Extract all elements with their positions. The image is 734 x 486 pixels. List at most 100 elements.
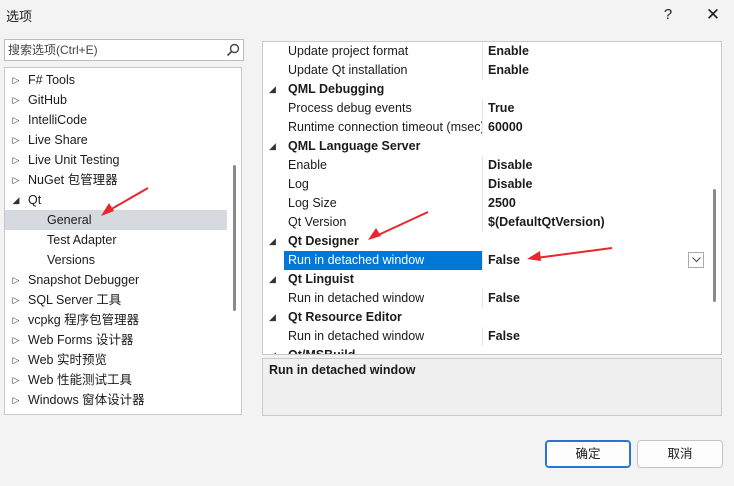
- options-search-box: [4, 39, 244, 61]
- window-title: 选项: [6, 9, 33, 24]
- tree-item-github[interactable]: ▷ GitHub: [5, 90, 227, 110]
- tree-item-live-unit-testing[interactable]: ▷ Live Unit Testing: [5, 150, 227, 170]
- expand-arrow-icon[interactable]: ▷: [10, 390, 22, 410]
- category-qt-designer[interactable]: ◢ Qt Designer: [263, 232, 709, 251]
- category-qml-language-server[interactable]: ◢ QML Language Server: [263, 137, 709, 156]
- category-qt-msbuild[interactable]: ◢ Qt/MSBuild: [263, 346, 709, 355]
- property-row-resource-editor-run-in-detached-window[interactable]: Run in detached window False: [263, 327, 709, 346]
- category-qt-resource-editor[interactable]: ◢ Qt Resource Editor: [263, 308, 709, 327]
- tree-item-label: IntelliCode: [28, 113, 88, 127]
- expand-arrow-icon[interactable]: ▷: [10, 350, 22, 370]
- expand-arrow-icon[interactable]: ▷: [10, 70, 22, 90]
- property-value[interactable]: False: [484, 251, 709, 270]
- tree-item-label: Web 性能测试工具: [28, 373, 132, 387]
- collapse-arrow-icon[interactable]: ◢: [269, 80, 276, 99]
- tree-item-qt-general[interactable]: General: [5, 210, 227, 230]
- property-row-runtime-connection-timeout[interactable]: Runtime connection timeout (msec) 60000: [263, 118, 709, 137]
- expand-arrow-icon[interactable]: ▷: [10, 270, 22, 290]
- tree-scrollbar[interactable]: [233, 165, 236, 311]
- property-value[interactable]: False: [484, 327, 709, 346]
- property-row-update-qt-installation[interactable]: Update Qt installation Enable: [263, 61, 709, 80]
- tree-item-label: Snapshot Debugger: [28, 273, 140, 287]
- property-row-linguist-run-in-detached-window[interactable]: Run in detached window False: [263, 289, 709, 308]
- property-value[interactable]: $(DefaultQtVersion): [484, 213, 709, 232]
- collapse-arrow-icon[interactable]: ◢: [269, 346, 276, 354]
- expand-arrow-icon[interactable]: ▷: [10, 90, 22, 110]
- ok-button[interactable]: 确定: [545, 440, 631, 468]
- value-dropdown-button[interactable]: [688, 252, 704, 268]
- tree-item-label: NuGet 包管理器: [28, 173, 118, 187]
- expand-arrow-icon[interactable]: ▷: [10, 170, 22, 190]
- tree-item-windows-forms-designer[interactable]: ▷ Windows 窗体设计器: [5, 390, 227, 410]
- property-row-enable[interactable]: Enable Disable: [263, 156, 709, 175]
- expand-arrow-icon[interactable]: ▷: [10, 370, 22, 390]
- expand-arrow-icon[interactable]: ▷: [10, 330, 22, 350]
- tree-item-label: Live Share: [28, 133, 88, 147]
- search-icon[interactable]: [226, 43, 240, 57]
- tree-item-web-forms-designer[interactable]: ▷ Web Forms 设计器: [5, 330, 227, 350]
- expand-arrow-icon[interactable]: ▷: [10, 310, 22, 330]
- category-label: Qt/MSBuild: [288, 348, 356, 355]
- tree-item-label: Live Unit Testing: [28, 153, 120, 167]
- collapse-arrow-icon[interactable]: ◢: [269, 232, 276, 251]
- collapse-arrow-icon[interactable]: ◢: [10, 190, 22, 210]
- property-value[interactable]: Disable: [484, 175, 709, 194]
- tree-item-qt-versions[interactable]: Versions: [5, 250, 227, 270]
- category-qml-debugging[interactable]: ◢ QML Debugging: [263, 80, 709, 99]
- property-row-update-project-format[interactable]: Update project format Enable: [263, 42, 709, 61]
- tree-item-label: Web Forms 设计器: [28, 333, 134, 347]
- property-row-log[interactable]: Log Disable: [263, 175, 709, 194]
- tree-item-label: Qt: [28, 193, 42, 207]
- category-qt-linguist[interactable]: ◢ Qt Linguist: [263, 270, 709, 289]
- tree-item-label: Web 实时预览: [28, 353, 107, 367]
- property-value[interactable]: True: [484, 99, 709, 118]
- collapse-arrow-icon[interactable]: ◢: [269, 137, 276, 156]
- tree-item-snapshot-debugger[interactable]: ▷ Snapshot Debugger: [5, 270, 227, 290]
- expand-arrow-icon[interactable]: ▷: [10, 290, 22, 310]
- property-value[interactable]: 2500: [484, 194, 709, 213]
- help-button[interactable]: ?: [657, 4, 679, 26]
- property-row-log-size[interactable]: Log Size 2500: [263, 194, 709, 213]
- property-row-qt-version[interactable]: Qt Version $(DefaultQtVersion): [263, 213, 709, 232]
- property-grid: Update project format Enable Update Qt i…: [262, 41, 722, 355]
- property-value[interactable]: Enable: [484, 61, 709, 80]
- property-name: Run in detached window: [284, 327, 483, 346]
- property-value[interactable]: Enable: [484, 42, 709, 61]
- close-button[interactable]: ✕: [702, 4, 724, 26]
- search-input[interactable]: [5, 40, 223, 60]
- tree-item-label: GitHub: [28, 93, 67, 107]
- tree-item-label: SQL Server 工具: [28, 293, 122, 307]
- tree-item-fsharp-tools[interactable]: ▷ F# Tools: [5, 70, 227, 90]
- tree-item-web-live-preview[interactable]: ▷ Web 实时预览: [5, 350, 227, 370]
- cancel-button[interactable]: 取消: [637, 440, 723, 468]
- property-row-process-debug-events[interactable]: Process debug events True: [263, 99, 709, 118]
- description-title: Run in detached window: [269, 363, 416, 377]
- tree-item-label: Windows 窗体设计器: [28, 393, 145, 407]
- property-name: Update Qt installation: [284, 61, 483, 80]
- property-name: Runtime connection timeout (msec): [284, 118, 483, 137]
- description-pane: Run in detached window: [262, 358, 722, 416]
- expand-arrow-icon[interactable]: ▷: [10, 150, 22, 170]
- property-value[interactable]: 60000: [484, 118, 709, 137]
- tree-item-web-perf-test-tools[interactable]: ▷ Web 性能测试工具: [5, 370, 227, 390]
- tree-item-sql-server-tools[interactable]: ▷ SQL Server 工具: [5, 290, 227, 310]
- property-name: Run in detached window: [284, 251, 483, 270]
- property-value[interactable]: Disable: [484, 156, 709, 175]
- category-label: Qt Designer: [288, 234, 359, 248]
- tree-item-nuget[interactable]: ▷ NuGet 包管理器: [5, 170, 227, 190]
- collapse-arrow-icon[interactable]: ◢: [269, 270, 276, 289]
- tree-item-vcpkg[interactable]: ▷ vcpkg 程序包管理器: [5, 310, 227, 330]
- expand-arrow-icon[interactable]: ▷: [10, 130, 22, 150]
- tree-item-live-share[interactable]: ▷ Live Share: [5, 130, 227, 150]
- property-row-designer-run-in-detached-window[interactable]: Run in detached window False: [263, 251, 709, 270]
- category-label: QML Language Server: [288, 139, 421, 153]
- tree-item-qt[interactable]: ◢ Qt: [5, 190, 227, 210]
- grid-scrollbar[interactable]: [713, 189, 716, 302]
- tree-item-qt-test-adapter[interactable]: Test Adapter: [5, 230, 227, 250]
- category-label: Qt Linguist: [288, 272, 354, 286]
- property-value[interactable]: False: [484, 289, 709, 308]
- collapse-arrow-icon[interactable]: ◢: [269, 308, 276, 327]
- tree-item-intellicode[interactable]: ▷ IntelliCode: [5, 110, 227, 130]
- property-name: Process debug events: [284, 99, 483, 118]
- expand-arrow-icon[interactable]: ▷: [10, 110, 22, 130]
